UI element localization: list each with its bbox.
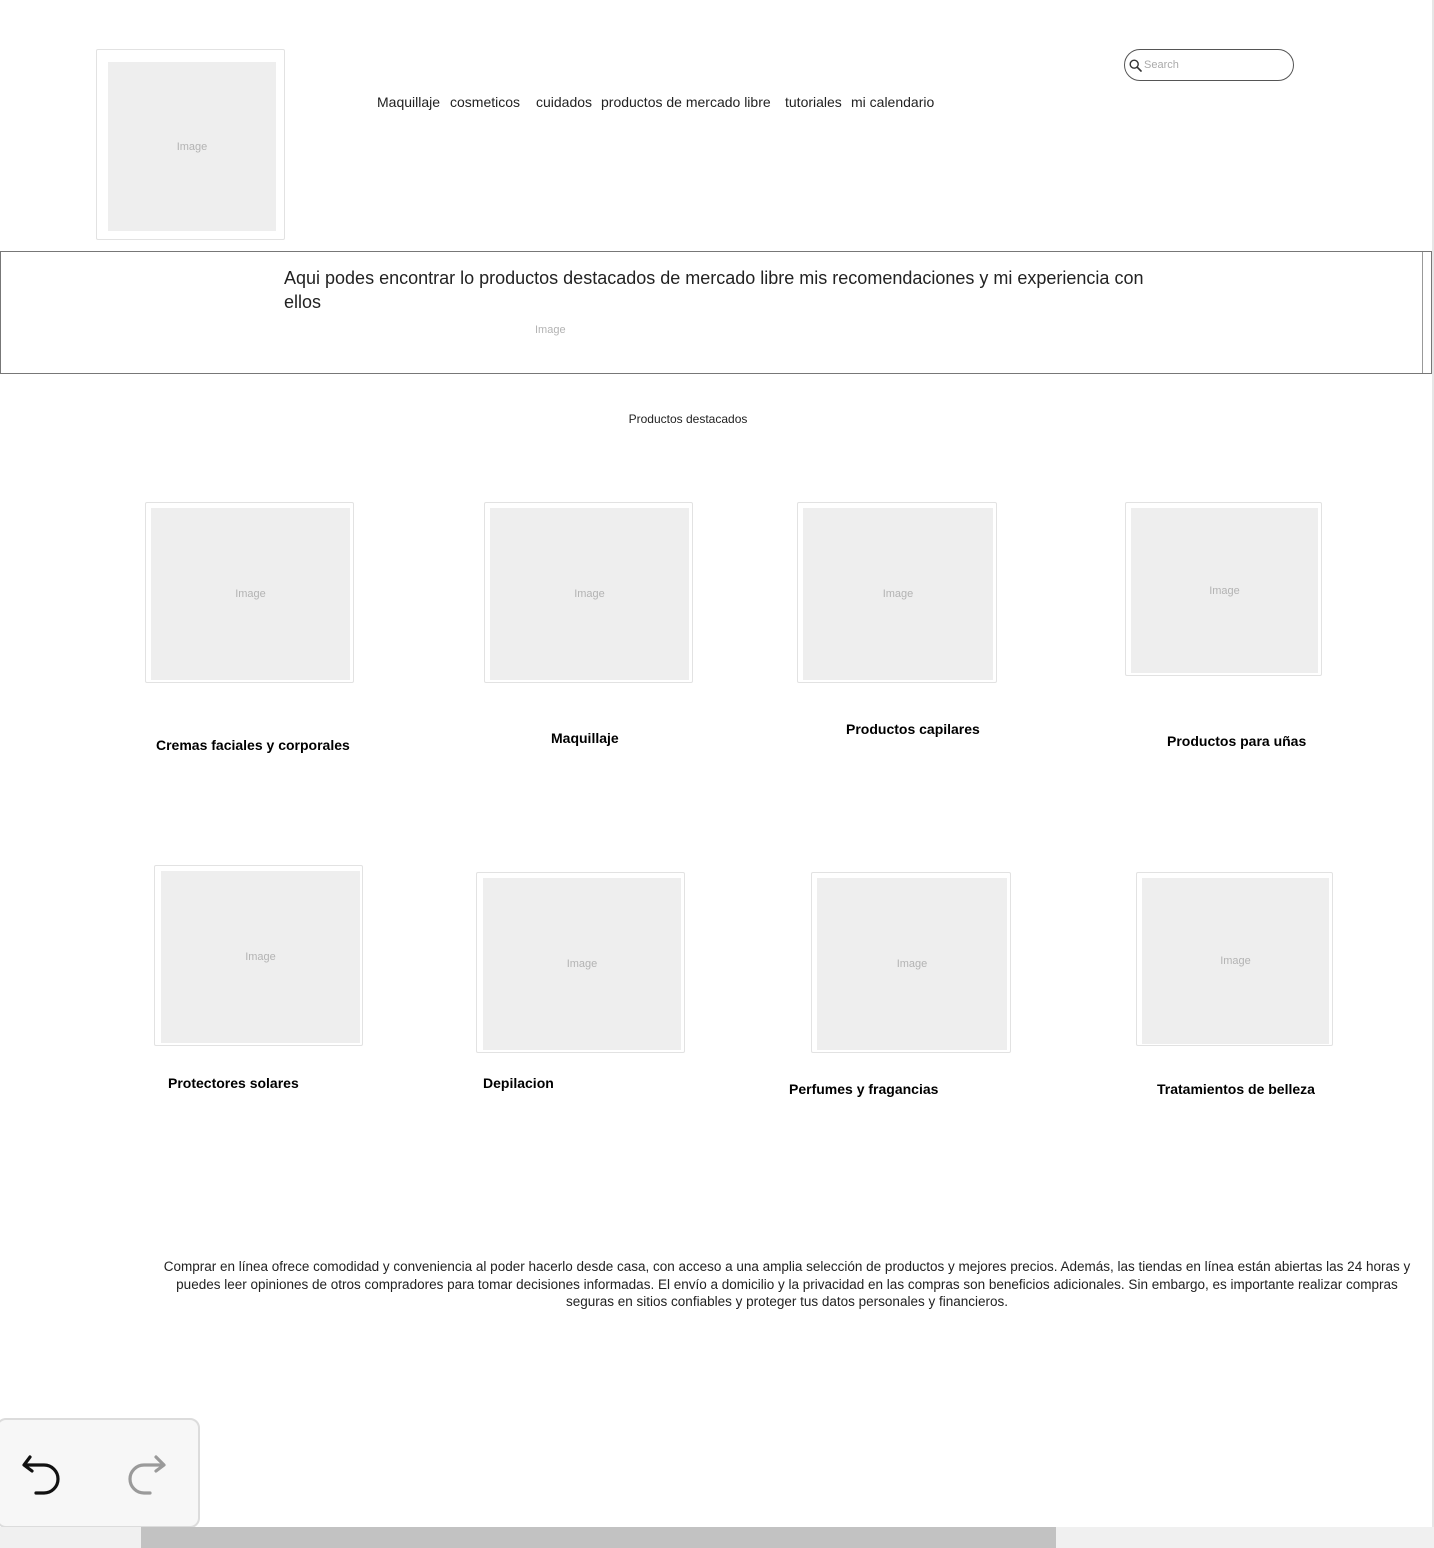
image-placeholder: Image — [235, 588, 266, 600]
product-image-fill: Image — [151, 508, 350, 680]
search-input[interactable] — [1142, 59, 1284, 71]
nav-item-tutoriales[interactable]: tutoriales — [785, 94, 842, 110]
product-image-fill: Image — [803, 508, 993, 680]
image-placeholder: Image — [574, 588, 605, 600]
footer-text: Comprar en línea ofrece comodidad y conv… — [163, 1259, 1411, 1309]
image-placeholder: Image — [1209, 584, 1240, 597]
product-image-depilacion[interactable]: Image — [476, 872, 685, 1053]
product-image-fill: Image — [1131, 508, 1318, 673]
logo-image-fill: Image — [108, 62, 276, 231]
banner-divider — [1422, 252, 1423, 373]
horizontal-scrollbar-thumb[interactable] — [141, 1527, 1056, 1548]
redo-icon — [128, 1455, 166, 1495]
undo-icon — [22, 1455, 60, 1495]
banner-text: Aqui podes encontrar lo productos destac… — [284, 268, 1144, 312]
category-label-depilacion[interactable]: Depilacion — [483, 1075, 554, 1091]
nav-item-cuidados[interactable]: cuidados — [536, 94, 592, 110]
product-image-protectores[interactable]: Image — [154, 865, 363, 1046]
product-image-tratamientos[interactable]: Image — [1136, 872, 1333, 1046]
image-placeholder: Image — [896, 958, 928, 970]
logo-image: Image — [96, 49, 285, 240]
image-placeholder: Image — [566, 958, 598, 970]
product-image-fill: Image — [490, 508, 689, 680]
nav-item-mi-calendario[interactable]: mi calendario — [851, 94, 934, 110]
product-image-cremas[interactable]: Image — [145, 502, 354, 683]
search-icon — [1129, 58, 1142, 72]
category-label-tratamientos[interactable]: Tratamientos de belleza — [1157, 1081, 1315, 1097]
product-image-fill: Image — [817, 878, 1007, 1050]
product-image-fill: Image — [161, 871, 360, 1043]
logo-image-placeholder: Image — [176, 140, 208, 153]
product-image-capilares[interactable]: Image — [797, 502, 997, 683]
category-label-protectores[interactable]: Protectores solares — [168, 1075, 299, 1091]
image-placeholder: Image — [882, 588, 914, 600]
product-image-fill: Image — [1142, 878, 1329, 1044]
category-label-maquillaje[interactable]: Maquillaje — [551, 730, 619, 746]
nav-item-cosmeticos[interactable]: cosmeticos — [450, 94, 520, 110]
product-image-unas[interactable]: Image — [1125, 502, 1322, 676]
search-box — [1124, 49, 1294, 81]
product-image-perfumes[interactable]: Image — [811, 872, 1011, 1053]
undo-button[interactable] — [18, 1446, 66, 1502]
image-placeholder: Image — [245, 951, 276, 963]
category-label-perfumes[interactable]: Perfumes y fragancias — [789, 1081, 938, 1097]
category-label-capilares[interactable]: Productos capilares — [846, 721, 980, 737]
category-label-unas[interactable]: Productos para uñas — [1167, 733, 1306, 749]
category-label-cremas[interactable]: Cremas faciales y corporales — [156, 737, 350, 753]
section-title: Productos destacados — [628, 412, 748, 426]
redo-button[interactable] — [122, 1446, 170, 1502]
product-image-maquillaje[interactable]: Image — [484, 502, 693, 683]
history-toolbar — [0, 1418, 200, 1528]
nav-item-maquillaje[interactable]: Maquillaje — [377, 94, 440, 110]
image-placeholder: Image — [1220, 955, 1251, 967]
banner-image-placeholder: Image — [535, 324, 566, 336]
product-image-fill: Image — [483, 878, 681, 1050]
nav-item-productos-mercado-libre[interactable]: productos de mercado libre — [601, 94, 771, 110]
